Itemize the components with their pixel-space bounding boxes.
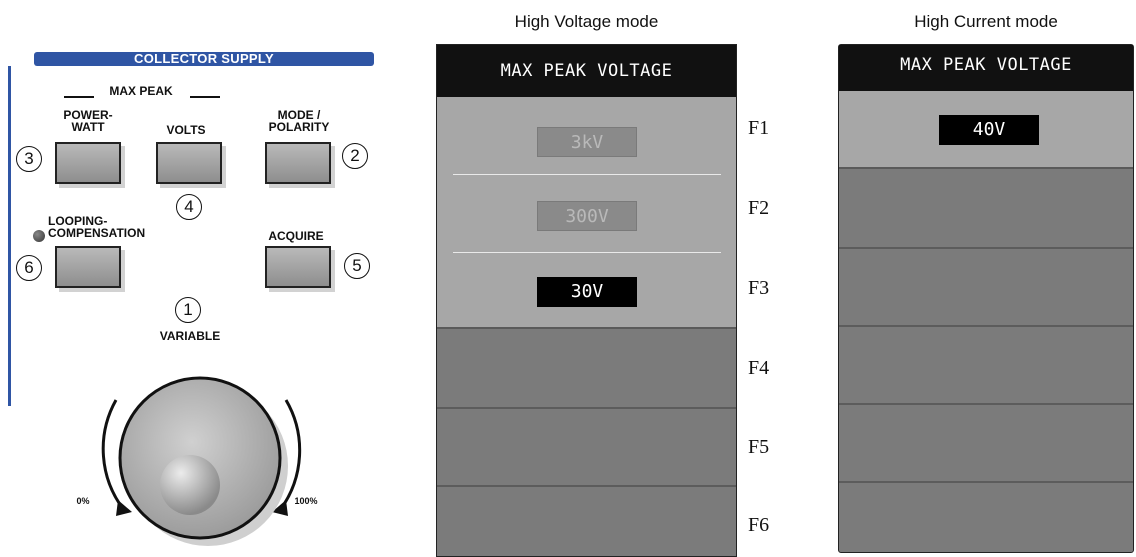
high-current-menu: MAX PEAK VOLTAGE 40V — [838, 44, 1134, 553]
max-peak-label: MAX PEAK — [109, 84, 173, 98]
high-current-options-block: 40V — [839, 91, 1133, 169]
callout-1: 1 — [175, 297, 201, 323]
collector-supply-panel: COLLECTOR SUPPLY MAX PEAK POWER- WATT VO… — [0, 0, 400, 557]
max-peak-line-left — [64, 96, 94, 98]
knob-max-label: 100% — [294, 496, 318, 506]
looping-compensation-button[interactable] — [55, 246, 121, 288]
fkey-f2: F2 — [748, 197, 770, 219]
option-divider — [453, 252, 721, 253]
acquire-label: ACQUIRE — [268, 229, 324, 243]
mode-polarity-button[interactable] — [265, 142, 331, 184]
collector-supply-header: COLLECTOR SUPPLY — [34, 52, 374, 66]
fkey-f3: F3 — [748, 277, 770, 299]
callout-5: 5 — [344, 253, 370, 279]
high-current-slot-f3[interactable] — [839, 249, 1133, 325]
mode-polarity-label: MODE / POLARITY — [268, 108, 330, 134]
option-40v-selected[interactable]: 40V — [939, 115, 1039, 145]
knob-arrow-left-head — [116, 500, 132, 516]
acquire-button[interactable] — [265, 246, 331, 288]
callout-3: 3 — [16, 146, 42, 172]
fkey-f5: F5 — [748, 436, 770, 458]
option-30v-selected[interactable]: 30V — [537, 277, 637, 307]
high-voltage-slot-f6[interactable] — [437, 487, 736, 557]
high-voltage-slot-f4[interactable] — [437, 329, 736, 407]
power-watt-button[interactable] — [55, 142, 121, 184]
option-divider — [453, 174, 721, 175]
fkey-f6: F6 — [748, 514, 770, 536]
high-current-slot-f2[interactable] — [839, 169, 1133, 247]
callout-6: 6 — [16, 255, 42, 281]
looping-compensation-label: LOOPING- COMPENSATION — [48, 214, 146, 240]
high-current-menu-header: MAX PEAK VOLTAGE — [839, 45, 1133, 91]
power-watt-label: POWER- WATT — [63, 108, 113, 134]
panel-rail — [8, 66, 11, 406]
high-current-slot-f6[interactable] — [839, 483, 1133, 553]
fkey-f4: F4 — [748, 357, 770, 379]
volts-button[interactable] — [156, 142, 222, 184]
high-current-slot-f5[interactable] — [839, 405, 1133, 481]
high-voltage-menu: MAX PEAK VOLTAGE 3kV 300V 30V — [436, 44, 737, 557]
variable-label: VARIABLE — [159, 329, 221, 343]
fkey-f1: F1 — [748, 117, 770, 139]
option-3kv[interactable]: 3kV — [537, 127, 637, 157]
knob-min-label: 0% — [76, 496, 90, 506]
callout-2: 2 — [342, 143, 368, 169]
max-peak-line-right — [190, 96, 220, 98]
high-current-slot-f4[interactable] — [839, 327, 1133, 403]
high-voltage-title: High Voltage mode — [514, 12, 659, 31]
high-voltage-menu-header: MAX PEAK VOLTAGE — [437, 45, 736, 97]
high-current-title: High Current mode — [914, 12, 1058, 31]
option-300v[interactable]: 300V — [537, 201, 637, 231]
looping-led — [33, 230, 45, 242]
variable-knob[interactable] — [80, 360, 320, 550]
high-voltage-options-block: 3kV 300V 30V — [437, 97, 736, 329]
callout-4: 4 — [176, 194, 202, 220]
volts-label: VOLTS — [166, 123, 206, 137]
knob-cap — [160, 455, 220, 515]
high-voltage-slot-f5[interactable] — [437, 409, 736, 485]
